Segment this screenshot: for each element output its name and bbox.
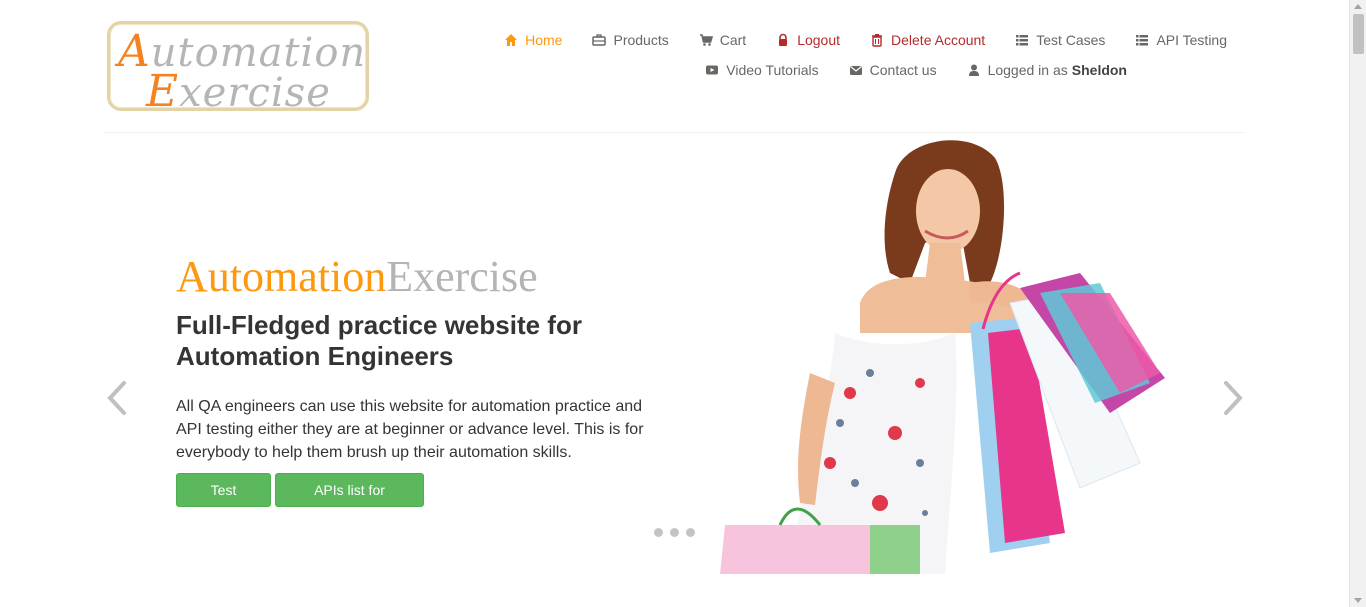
scroll-up-icon[interactable] bbox=[1354, 4, 1362, 9]
slide-description: All QA engineers can use this website fo… bbox=[176, 398, 644, 461]
carousel-indicator-3[interactable] bbox=[686, 528, 695, 537]
nav-logged-in-as[interactable]: Logged in as Sheldon bbox=[967, 62, 1127, 78]
site-header: Automation Exercise Home Products Cart L… bbox=[0, 0, 1349, 133]
home-icon bbox=[505, 34, 518, 46]
logo-line-2: Exercise bbox=[146, 66, 331, 117]
nav-test-cases[interactable]: Test Cases bbox=[1015, 32, 1105, 48]
nav-home-label: Home bbox=[525, 32, 563, 48]
list-icon bbox=[1016, 35, 1029, 46]
trash-icon bbox=[872, 34, 883, 47]
brand-part-2: Exercise bbox=[386, 252, 538, 301]
envelope-icon bbox=[849, 66, 862, 75]
carousel-indicator-2[interactable] bbox=[670, 528, 679, 537]
slide-headline: Full-Fledged practice website for Automa… bbox=[176, 310, 582, 371]
nav-home[interactable]: Home bbox=[504, 32, 562, 48]
vertical-scrollbar[interactable] bbox=[1349, 0, 1366, 607]
lock-icon bbox=[779, 33, 788, 46]
cart-icon bbox=[699, 34, 713, 46]
logo-text-2: xercise bbox=[179, 70, 331, 116]
nav-contact-us-label: Contact us bbox=[869, 62, 937, 78]
nav-test-cases-label: Test Cases bbox=[1036, 32, 1106, 48]
hero-carousel: AutomationExercise Full-Fledged practice… bbox=[0, 133, 1349, 607]
slide-brand: AutomationExercise bbox=[176, 251, 538, 302]
nav-row-1: Home Products Cart Logout Delete Account… bbox=[467, 28, 1227, 52]
chevron-left-icon bbox=[107, 381, 126, 415]
carousel-indicator-1[interactable] bbox=[654, 528, 663, 537]
nav-logout[interactable]: Logout bbox=[776, 32, 840, 48]
nav-delete-account[interactable]: Delete Account bbox=[870, 32, 985, 48]
nav-contact-us[interactable]: Contact us bbox=[849, 62, 937, 78]
scroll-down-icon[interactable] bbox=[1354, 598, 1362, 603]
chevron-right-icon bbox=[1224, 381, 1243, 415]
carousel-indicators bbox=[654, 528, 702, 537]
scrollbar-thumb[interactable] bbox=[1353, 14, 1364, 54]
nav-video-tutorials[interactable]: Video Tutorials bbox=[705, 62, 819, 78]
nav-api-testing[interactable]: API Testing bbox=[1135, 32, 1227, 48]
nav-products[interactable]: Products bbox=[592, 32, 669, 48]
nav-products-label: Products bbox=[613, 32, 669, 48]
site-logo[interactable]: Automation Exercise bbox=[107, 21, 369, 117]
carousel-next-button[interactable] bbox=[1218, 375, 1248, 421]
main-nav: Home Products Cart Logout Delete Account… bbox=[467, 28, 1227, 82]
user-icon bbox=[968, 64, 979, 76]
nav-cart-label: Cart bbox=[719, 32, 747, 48]
list-icon bbox=[1136, 35, 1149, 46]
logo-cap-e: E bbox=[146, 66, 180, 117]
hero-girl-with-shopping-bags-image bbox=[720, 140, 1165, 574]
nav-video-tutorials-label: Video Tutorials bbox=[726, 62, 819, 78]
nav-api-testing-label: API Testing bbox=[1156, 32, 1227, 48]
nav-logout-label: Logout bbox=[797, 32, 841, 48]
nav-row-2: Video Tutorials Contact us Logged in as … bbox=[467, 58, 1227, 82]
briefcase-icon bbox=[592, 34, 607, 46]
nav-cart[interactable]: Cart bbox=[699, 32, 746, 48]
carousel-prev-button[interactable] bbox=[102, 375, 132, 421]
nav-delete-account-label: Delete Account bbox=[891, 32, 986, 48]
logged-in-username: Sheldon bbox=[1071, 62, 1127, 78]
brand-part-1: Automation bbox=[176, 252, 387, 301]
test-cases-button[interactable]: Test Cases bbox=[176, 473, 271, 530]
youtube-play-icon bbox=[706, 65, 719, 75]
apis-list-button[interactable]: APIs list for practice bbox=[275, 473, 424, 530]
nav-logged-in-label: Logged in as bbox=[987, 62, 1068, 78]
